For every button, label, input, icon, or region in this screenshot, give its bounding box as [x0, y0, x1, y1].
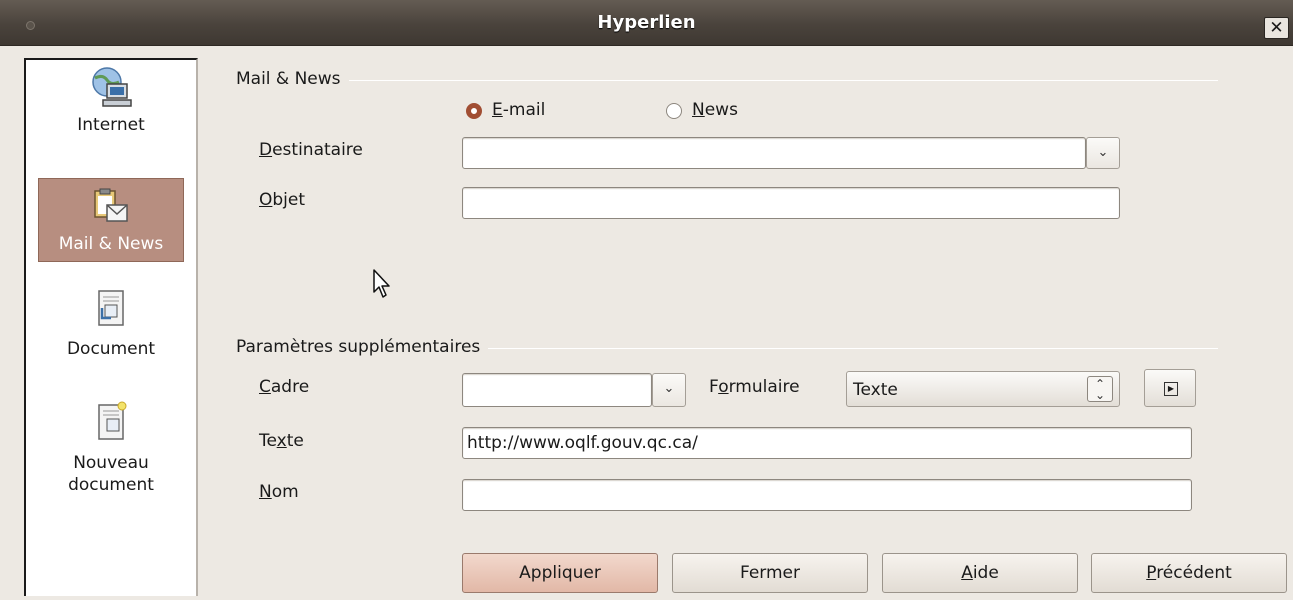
section-divider — [236, 80, 1218, 81]
formulaire-select[interactable]: Texte ⌃ ⌄ — [846, 371, 1120, 407]
sidebar-item-label-line1: Nouveau — [73, 453, 149, 473]
title-bar: Hyperlien ✕ — [0, 0, 1293, 46]
new-document-icon — [98, 401, 127, 440]
destinataire-label: Destinataire — [259, 140, 363, 160]
play-icon: ▶ — [1164, 382, 1178, 396]
sidebar: Internet Mail & News Document Nouveau do… — [24, 58, 198, 596]
email-radio[interactable] — [466, 103, 482, 119]
sidebar-item-label: Mail & News — [58, 234, 164, 254]
window-title: Hyperlien — [597, 12, 696, 33]
help-button[interactable]: Aide — [882, 553, 1078, 593]
sidebar-item-nouveau-document[interactable]: Nouveau document — [38, 400, 184, 520]
sidebar-item-mail-news[interactable]: Mail & News — [38, 178, 184, 262]
sidebar-item-document[interactable]: Document — [38, 288, 184, 378]
cadre-dropdown-button[interactable]: ⌄ — [652, 373, 686, 407]
nom-label: Nom — [259, 482, 299, 502]
nom-input[interactable] — [462, 479, 1192, 511]
news-radio-label[interactable]: News — [692, 100, 738, 120]
texte-input[interactable]: http://www.oqlf.gouv.qc.ca/ — [462, 427, 1192, 459]
mouse-cursor-icon — [373, 269, 390, 298]
close-button[interactable]: ✕ — [1264, 17, 1289, 39]
previous-button[interactable]: Précédent — [1091, 553, 1287, 593]
document-icon — [98, 290, 124, 326]
close-dialog-button[interactable]: Fermer — [672, 553, 868, 593]
sidebar-item-label: Document — [66, 339, 156, 359]
spin-arrows-icon: ⌃ ⌄ — [1087, 376, 1113, 402]
destinataire-input[interactable] — [462, 137, 1086, 169]
apply-button[interactable]: Appliquer — [462, 553, 658, 593]
sidebar-item-label-line2: document — [68, 475, 154, 495]
formulaire-label: Formulaire — [709, 377, 800, 397]
sidebar-item-internet[interactable]: Internet — [38, 64, 184, 156]
cadre-label: Cadre — [259, 377, 310, 397]
email-radio-label[interactable]: E-mail — [492, 100, 545, 120]
news-radio[interactable] — [666, 103, 682, 119]
mail-clipboard-icon — [94, 188, 128, 222]
objet-input[interactable] — [462, 187, 1120, 219]
sidebar-item-label: Internet — [77, 115, 145, 135]
section-title-extra-params: Paramètres supplémentaires — [236, 337, 489, 357]
form-events-button[interactable]: ▶ — [1144, 369, 1196, 407]
section-title-mail-news: Mail & News — [236, 69, 349, 89]
objet-label: Objet — [259, 190, 306, 210]
texte-label: Texte — [259, 431, 304, 451]
cadre-input[interactable] — [462, 373, 652, 407]
formulaire-select-value: Texte — [853, 380, 898, 400]
globe-computer-icon — [92, 67, 132, 107]
destinataire-dropdown-button[interactable]: ⌄ — [1086, 137, 1120, 169]
